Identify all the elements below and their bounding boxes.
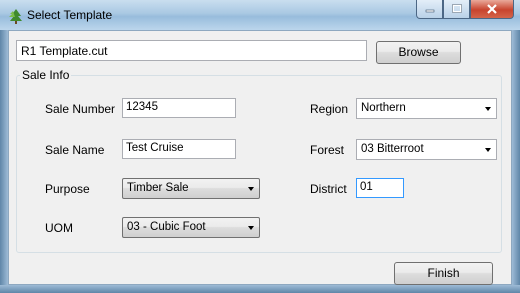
minimize-button[interactable]	[416, 0, 443, 19]
sale-name-label: Sale Name	[45, 143, 105, 157]
finish-button[interactable]: Finish	[394, 262, 493, 285]
purpose-dropdown[interactable]: Timber Sale	[122, 178, 260, 199]
chevron-down-icon	[248, 187, 254, 191]
window-border-left	[0, 30, 8, 293]
forest-selected-value: 03 Bitterroot	[361, 143, 424, 155]
window-title: Select Template	[27, 8, 113, 22]
close-button[interactable]	[470, 0, 514, 19]
tree-icon	[8, 8, 24, 24]
maximize-icon	[451, 4, 462, 14]
window-border-bottom	[0, 285, 520, 293]
sale-info-legend: Sale Info	[20, 68, 72, 82]
uom-label: UOM	[45, 221, 73, 235]
district-label: District	[310, 182, 347, 196]
title-bar[interactable]: Select Template	[0, 0, 520, 30]
district-field[interactable]: 01	[356, 178, 404, 198]
close-icon	[486, 4, 498, 14]
region-selected-value: Northern	[361, 102, 406, 114]
forest-dropdown[interactable]: 03 Bitterroot	[356, 139, 497, 160]
uom-dropdown[interactable]: 03 - Cubic Foot	[122, 217, 260, 238]
purpose-selected-value: Timber Sale	[127, 182, 189, 194]
sale-number-label: Sale Number	[45, 102, 116, 116]
minimize-icon	[425, 4, 435, 14]
forest-label: Forest	[310, 143, 345, 157]
caption-buttons	[416, 0, 514, 20]
select-template-window: Select Template R1 Template.cut Browse S…	[0, 0, 520, 293]
region-dropdown[interactable]: Northern	[356, 98, 497, 119]
chevron-down-icon	[485, 148, 491, 152]
purpose-label: Purpose	[45, 182, 90, 196]
window-border-right	[512, 30, 520, 293]
region-label: Region	[310, 102, 349, 116]
sale-name-field[interactable]: Test Cruise	[122, 139, 236, 159]
uom-selected-value: 03 - Cubic Foot	[127, 221, 206, 233]
template-path-field[interactable]: R1 Template.cut	[16, 40, 367, 61]
browse-button[interactable]: Browse	[376, 41, 461, 64]
chevron-down-icon	[248, 226, 254, 230]
maximize-button[interactable]	[443, 0, 470, 19]
chevron-down-icon	[485, 107, 491, 111]
sale-number-field[interactable]: 12345	[122, 98, 236, 118]
